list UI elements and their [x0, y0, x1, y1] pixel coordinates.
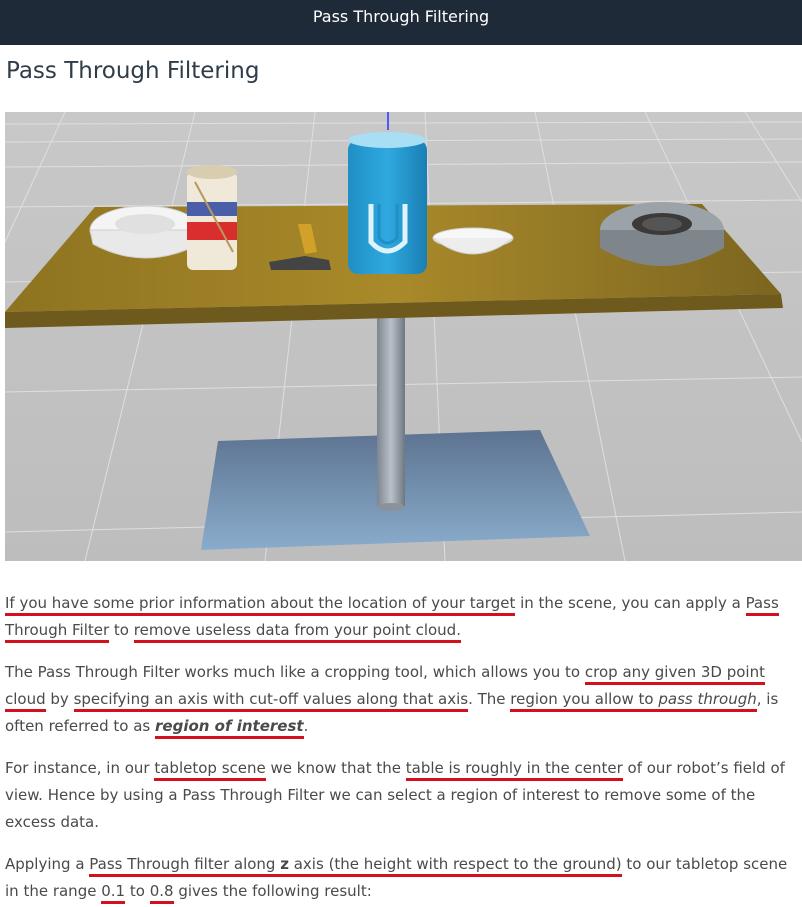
paragraph-tabletop-example: For instance, in our tabletop scene we k…: [5, 755, 801, 836]
highlight-prior-information: If you have some prior information about…: [5, 594, 516, 616]
text-span: gives the following result:: [173, 882, 372, 900]
paragraph-cropping-tool: The Pass Through Filter works much like …: [5, 659, 801, 740]
text-span: to: [125, 882, 150, 900]
text-span: The Pass Through Filter works much like …: [5, 663, 585, 681]
text-span: . The: [468, 690, 511, 708]
metal-flange-object: [600, 202, 724, 266]
highlight-filter-along-z: Pass Through filter along z axis (the he…: [89, 855, 622, 877]
text-span: to: [109, 621, 134, 639]
text-span: region you allow to: [510, 690, 659, 708]
text-span: Pass Through filter along: [89, 855, 281, 873]
paragraph-intro: If you have some prior information about…: [5, 590, 801, 644]
highlight-specifying-axis: specifying an axis with cut-off values a…: [73, 690, 469, 712]
bold-z: z: [280, 855, 289, 873]
soda-can-object: [348, 132, 427, 274]
paragraph-applying-filter: Applying a Pass Through filter along z a…: [5, 851, 801, 905]
highlight-remove-useless-data: remove useless data from your point clou…: [133, 621, 461, 643]
page-title: Pass Through Filtering: [6, 58, 260, 84]
text-span: (the height with respect to the ground): [323, 855, 622, 873]
text-span: by: [45, 690, 74, 708]
text-span: For instance, in our: [5, 759, 155, 777]
text-span: we know that the: [265, 759, 406, 777]
white-bowl-object: [89, 205, 202, 259]
text-span: in the scene, you can apply a: [515, 594, 746, 612]
highlight-region-of-interest: region of interest: [155, 717, 304, 739]
header-title: Pass Through Filtering: [312, 7, 490, 26]
highlight-table-center: table is roughly in the center: [405, 759, 623, 781]
highlight-tabletop-scene: tabletop scene: [154, 759, 266, 781]
highlight-range-high: 0.8: [149, 882, 174, 904]
highlight-range-low: 0.1: [101, 882, 126, 904]
text-span: axis: [288, 855, 324, 873]
italic-pass-through: pass through: [658, 690, 757, 708]
labeled-container-object: [187, 165, 237, 270]
top-bar: Pass Through Filtering: [0, 0, 802, 45]
text-span: Applying a: [5, 855, 90, 873]
text-span: .: [303, 717, 309, 735]
table-pole: [377, 317, 405, 507]
highlight-region-allowed: region you allow to pass through: [510, 690, 757, 712]
tabletop-scene-image: [5, 112, 802, 561]
